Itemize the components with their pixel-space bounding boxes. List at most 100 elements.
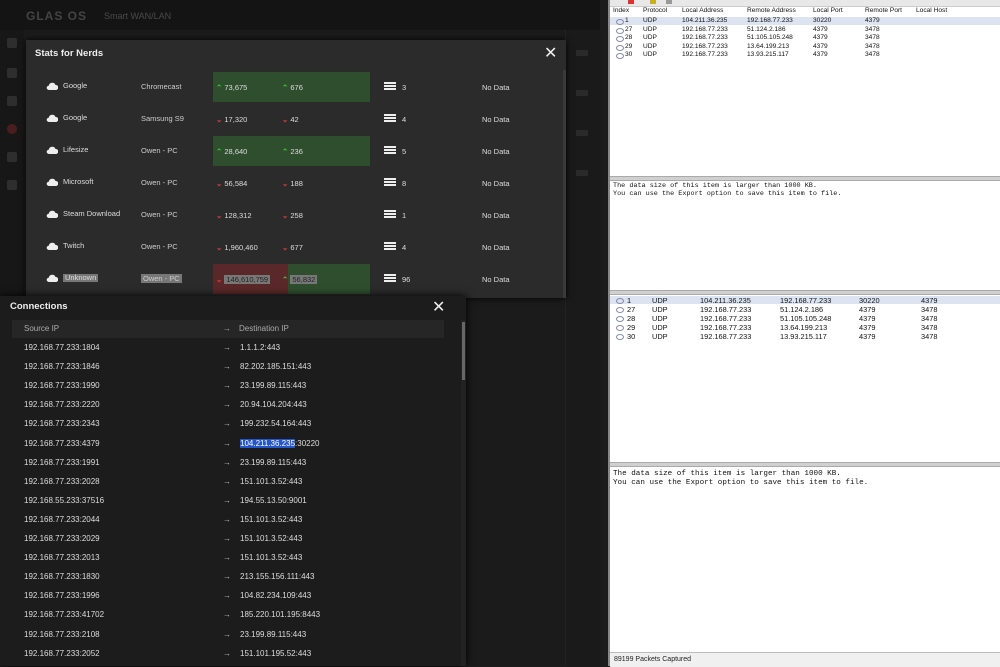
upload-arrow-icon: ⌃ — [282, 147, 289, 156]
connection-row[interactable]: 192.168.77.233:1830 → 213.155.156.111:443 — [0, 568, 460, 587]
col-local-address[interactable]: Local Address — [682, 7, 723, 14]
cell-rport: 3478 — [921, 332, 938, 341]
connection-row[interactable]: 192.168.77.233:41702 → 185.220.101.195:844… — [0, 606, 460, 625]
connection-row[interactable]: 192.168.77.233:2220 → 20.94.104.204:443 — [0, 396, 460, 415]
packet-row[interactable]: 28 UDP 192.168.77.233 51.105.105.248 4379 347… — [610, 314, 1000, 323]
packet-row[interactable]: 30 UDP 192.168.77.233 13.93.215.117 4379 3478 — [610, 51, 1000, 59]
stop-icon[interactable] — [628, 0, 634, 4]
col-remote-address[interactable]: Remote Address — [747, 7, 796, 14]
cell-remote: 13.64.199.213 — [747, 42, 790, 50]
list-icon[interactable] — [384, 82, 396, 90]
data-message: The data size of this item is larger tha… — [613, 182, 842, 198]
col-local-host[interactable]: Local Host — [916, 7, 947, 14]
packet-row[interactable]: 29 UDP 192.168.77.233 13.64.199.213 4379 3478 — [610, 43, 1000, 51]
stats-row[interactable]: Microsoft Owen - PC ⌄ 56,584 ⌄ 188 8 No Data — [26, 168, 566, 198]
pane-splitter[interactable] — [610, 462, 1000, 467]
connection-count: 3 — [402, 83, 407, 92]
pane-splitter[interactable] — [610, 290, 1000, 295]
packet-row[interactable]: 29 UDP 192.168.77.233 13.64.199.213 4379 3478 — [610, 323, 1000, 332]
cell-remote: 51.105.105.248 — [747, 34, 793, 41]
cell-lport: 4379 — [859, 332, 876, 341]
stats-row[interactable]: Steam Download Owen - PC ⌄ 128,312 ⌄ 258 1 No… — [26, 200, 566, 230]
arrow-icon: → — [223, 457, 231, 467]
connection-row[interactable]: 192.168.77.233:1991 → 23.199.89.115:443 — [0, 454, 460, 473]
download-value: 73,675 — [224, 83, 248, 92]
settings-icon[interactable] — [7, 152, 17, 162]
destination-ip: 1.1.1.2:443 — [240, 343, 281, 352]
col-protocol[interactable]: Protocol — [643, 7, 667, 14]
devices-icon[interactable] — [7, 96, 17, 106]
close-icon[interactable]: ✕ — [544, 46, 557, 62]
upload-arrow-icon: ⌄ — [282, 243, 289, 252]
home-icon[interactable] — [7, 38, 17, 48]
status-text: No Data — [482, 179, 510, 188]
packet-row[interactable]: 27 UDP 192.168.77.233 51.124.2.186 4379 3478 — [610, 305, 1000, 314]
stats-row[interactable]: Lifesize Owen - PC ⌃ 28,640 ⌃ 236 5 No Data — [26, 136, 566, 166]
col-local-port[interactable]: Local Port — [813, 7, 843, 14]
stats-row[interactable]: Google Samsung S9 ⌄ 17,320 ⌄ 42 4 No Data — [26, 104, 566, 134]
col-index[interactable]: Index — [613, 7, 629, 14]
connection-row[interactable]: 192.168.77.233:1804 → 1.1.1.2:443 — [0, 339, 460, 358]
connection-row[interactable]: 192.168.77.233:2052 → 151.101.195.52:443 — [0, 645, 460, 664]
connection-row[interactable]: 192.168.77.233:2028 → 151.101.3.52:443 — [0, 473, 460, 492]
arrow-icon: → — [223, 495, 231, 505]
stats-row[interactable]: Unknown Owen - PC ⌄ 146,610,759 ⌃ 56,832 96 N… — [26, 264, 566, 294]
destination-ip: 213.155.156.111:443 — [240, 572, 315, 582]
filter-icon[interactable] — [650, 0, 656, 4]
close-icon[interactable]: ✕ — [432, 300, 445, 316]
packet-row[interactable]: 1 UDP 104.211.36.235 192.168.77.233 30220 437… — [610, 17, 1000, 25]
column-source-ip[interactable]: Source IP — [24, 324, 59, 333]
info-icon[interactable] — [7, 180, 17, 190]
packet-row[interactable]: 1 UDP 104.211.36.235 192.168.77.233 30220 437… — [610, 296, 1000, 305]
save-icon[interactable] — [666, 0, 672, 4]
table-header: Index Protocol Local Address Remote Addr… — [610, 7, 1000, 16]
packet-row[interactable]: 28 UDP 192.168.77.233 51.105.105.248 4379 347… — [610, 34, 1000, 42]
scrollbar[interactable] — [563, 70, 566, 298]
arrow-icon: → — [223, 381, 231, 391]
cell-remote: 13.64.199.213 — [780, 323, 828, 332]
list-icon[interactable] — [384, 210, 396, 218]
list-icon[interactable] — [384, 178, 396, 186]
download-arrow-icon: ⌃ — [216, 147, 223, 156]
eye-icon — [616, 44, 624, 51]
arrow-icon: → — [223, 438, 231, 448]
alert-icon[interactable] — [7, 124, 17, 134]
source-ip: 192.168.77.233:2220 — [24, 400, 100, 410]
connection-row[interactable]: 192.168.77.233:4379 → 104.211.36.235:30220 — [0, 435, 460, 454]
network-icon[interactable] — [7, 68, 17, 78]
rail-item — [576, 170, 588, 176]
panel-title: Connections — [10, 301, 68, 312]
cell-remote: 13.93.215.117 — [747, 51, 789, 58]
column-destination-ip[interactable]: Destination IP — [239, 324, 289, 333]
connection-row[interactable]: 192.168.77.233:2044 → 151.101.3.52:443 — [0, 511, 460, 530]
connection-row[interactable]: 192.168.77.233:1846 → 82.202.185.151:443 — [0, 358, 460, 377]
list-icon[interactable] — [384, 274, 396, 282]
download-value: 128,312 — [224, 211, 252, 220]
connection-row[interactable]: 192.168.77.233:1996 → 104.82.234.109:443 — [0, 587, 460, 606]
packet-row[interactable]: 30 UDP 192.168.77.233 13.93.215.117 4379 3478 — [610, 332, 1000, 341]
connection-row[interactable]: 192.168.77.233:1990 → 23.199.89.115:443 — [0, 377, 460, 396]
pane-splitter[interactable] — [610, 176, 1000, 181]
list-icon[interactable] — [384, 146, 396, 154]
cell-remote: 13.93.215.117 — [780, 332, 827, 341]
packet-row[interactable]: 27 UDP 192.168.77.233 51.124.2.186 4379 3478 — [610, 26, 1000, 34]
list-icon[interactable] — [384, 114, 396, 122]
upload-value: 56,832 — [290, 275, 318, 284]
stats-row[interactable]: Twitch Owen - PC ⌄ 1,960,460 ⌄ 677 4 No Data — [26, 232, 566, 262]
connection-row[interactable]: 192.168.77.233:2029 → 151.101.3.52:443 — [0, 530, 460, 549]
scrollbar-thumb[interactable] — [462, 322, 465, 380]
stats-row[interactable]: Google Chromecast ⌃ 73,675 ⌃ 676 3 No Data — [26, 72, 566, 102]
connection-row[interactable]: 192.168.55.233:37516 → 194.55.13.50:9001 — [0, 492, 460, 511]
source-ip: 192.168.77.233:2044 — [24, 514, 100, 524]
unknown-icon — [46, 274, 58, 283]
connection-count: 4 — [402, 243, 407, 252]
source-ip: 192.168.77.233:41702 — [24, 610, 105, 620]
col-remote-port[interactable]: Remote Port — [865, 7, 902, 14]
connection-row[interactable]: 192.168.77.233:2343 → 199.232.54.164:443 — [0, 415, 460, 434]
cell-lport: 4379 — [813, 51, 828, 58]
connection-row[interactable]: 192.168.77.233:2013 → 151.101.3.52:443 — [0, 549, 460, 568]
connection-row[interactable]: 192.168.77.233:2108 → 23.199.89.115:443 — [0, 626, 460, 645]
source-ip: 192.168.77.233:1991 — [24, 457, 100, 467]
list-icon[interactable] — [384, 242, 396, 250]
arrow-icon: → — [223, 419, 231, 429]
